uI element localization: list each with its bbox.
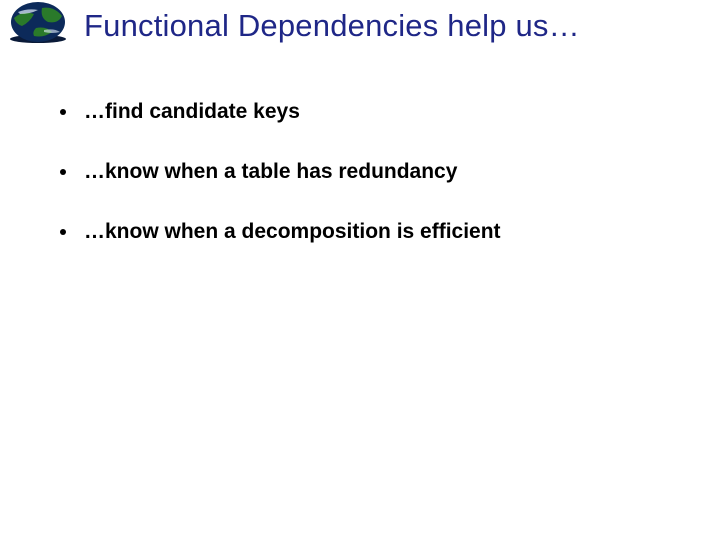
- bullet-dot-icon: [60, 229, 66, 235]
- bullet-text: …know when a table has redundancy: [84, 160, 457, 184]
- slide-title: Functional Dependencies help us…: [84, 8, 700, 44]
- bullet-text: …know when a decomposition is efficient: [84, 220, 501, 244]
- bullet-dot-icon: [60, 109, 66, 115]
- bullet-item: …know when a decomposition is efficient: [60, 220, 680, 244]
- bullet-item: …know when a table has redundancy: [60, 160, 680, 184]
- bullet-item: …find candidate keys: [60, 100, 680, 124]
- bullet-text: …find candidate keys: [84, 100, 300, 124]
- slide: Functional Dependencies help us… …find c…: [0, 0, 720, 540]
- globe-earth-icon: [8, 0, 68, 44]
- bullet-dot-icon: [60, 169, 66, 175]
- slide-body: …find candidate keys …know when a table …: [60, 100, 680, 280]
